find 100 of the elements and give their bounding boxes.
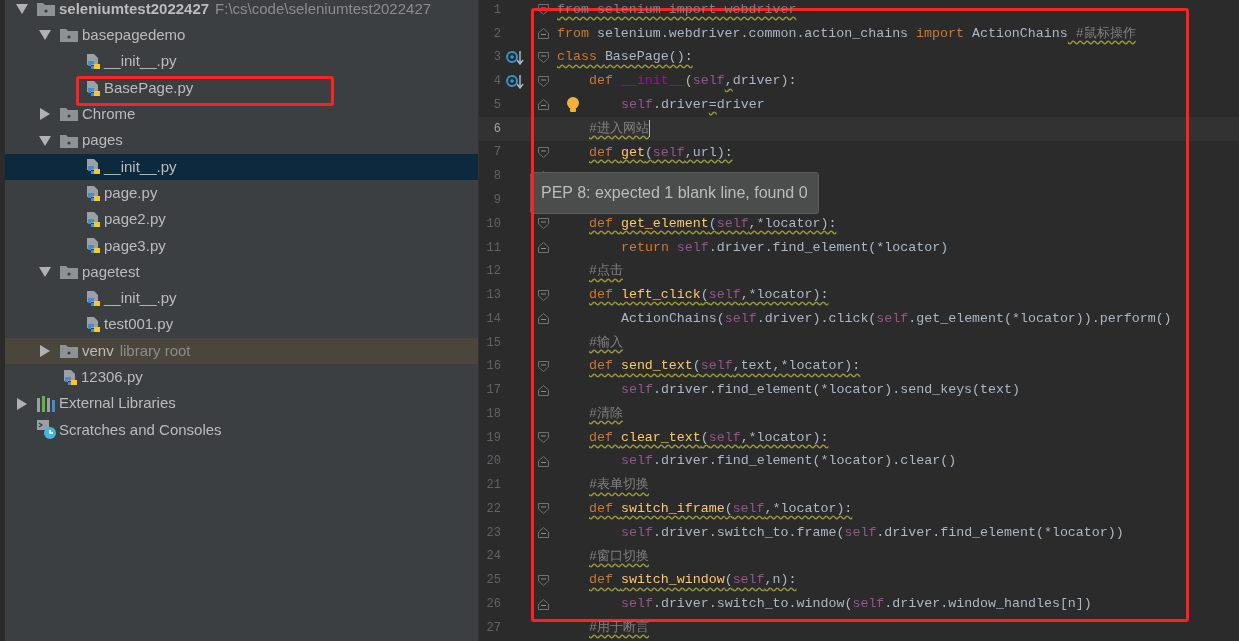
fold-marker-icon[interactable] xyxy=(537,146,549,158)
tree-item-label[interactable]: __init__.py xyxy=(104,50,177,73)
tree-item-label[interactable]: Scratches and Consoles xyxy=(59,418,222,442)
fold-marker-icon[interactable] xyxy=(537,503,549,515)
tree-item-label[interactable]: 12306.py xyxy=(81,366,143,389)
python-file-icon xyxy=(85,212,100,227)
line-number: 19 xyxy=(485,429,501,447)
fold-marker-icon[interactable] xyxy=(537,51,549,63)
code-line: def switch_window(self,n): xyxy=(589,571,797,590)
line-number: 5 xyxy=(492,96,501,114)
line-number: 25 xyxy=(485,572,501,590)
library-bars-icon xyxy=(37,395,55,412)
python-file-icon xyxy=(85,290,100,306)
python-file-icon xyxy=(85,185,100,201)
fold-marker-icon[interactable] xyxy=(537,360,549,372)
fold-marker-icon[interactable] xyxy=(537,28,549,40)
line-number: 21 xyxy=(485,477,501,495)
collapse-arrow-icon[interactable] xyxy=(38,107,52,122)
tree-item-label[interactable]: seleniumtest2022427 xyxy=(59,0,210,21)
line-number: 15 xyxy=(485,334,501,352)
code-line: def get_element(self,*locator): xyxy=(589,214,837,233)
code-line: from selenium.webdriver.common.action_chains import ActionChains #鼠标操作 xyxy=(557,24,1136,43)
tree-item-label[interactable]: __init__.py xyxy=(104,287,177,310)
tree-item-label[interactable]: BasePage.py xyxy=(104,76,194,100)
code-line: #进入网站 xyxy=(589,118,650,139)
tree-item-label[interactable]: __init__.py xyxy=(104,155,177,179)
line-number: 14 xyxy=(485,310,501,328)
code-line: def get(self,url): xyxy=(589,143,733,162)
python-file-icon xyxy=(62,369,77,385)
line-number: 17 xyxy=(485,382,501,400)
collapse-arrow-icon[interactable] xyxy=(15,396,29,411)
fold-marker-icon[interactable] xyxy=(537,289,549,301)
lightbulb-icon[interactable] xyxy=(565,96,581,114)
line-number: 6 xyxy=(492,120,501,138)
python-file-icon xyxy=(85,80,100,96)
line-number: 4 xyxy=(492,73,501,91)
expand-arrow-icon[interactable] xyxy=(38,133,52,148)
warning-tooltip: PEP 8: expected 1 blank line, found 0 xyxy=(530,172,819,214)
line-number: 7 xyxy=(492,144,501,162)
line-number: 20 xyxy=(485,453,501,471)
code-line: #用于断言 xyxy=(589,618,649,637)
code-line: self.driver.find_element(*locator).send_keys(text) xyxy=(621,381,1020,400)
code-line: #点击 xyxy=(589,262,623,281)
tree-item-label[interactable]: External Libraries xyxy=(59,392,176,415)
line-number: 3 xyxy=(492,49,501,67)
library-root-note: library root xyxy=(119,340,191,361)
fold-marker-icon[interactable] xyxy=(537,455,549,467)
library-root-row[interactable]: venv library root xyxy=(5,337,478,365)
tree-item-label[interactable]: Chrome xyxy=(82,103,136,126)
code-line: def send_text(self,text,*locator): xyxy=(589,357,861,376)
override-marker-icon[interactable] xyxy=(506,73,524,89)
code-line: def left_click(self,*locator): xyxy=(589,286,829,305)
line-number: 2 xyxy=(492,25,501,43)
python-file-icon xyxy=(85,54,100,70)
line-number: 1 xyxy=(492,1,501,19)
line-number: 18 xyxy=(485,405,501,423)
fold-marker-icon[interactable] xyxy=(537,313,549,325)
line-number: 8 xyxy=(492,168,501,186)
line-number: 9 xyxy=(492,192,501,209)
line-number: 26 xyxy=(485,596,501,613)
tree-item-label[interactable]: page3.py xyxy=(104,234,166,258)
line-number: 11 xyxy=(485,239,501,257)
fold-marker-icon[interactable] xyxy=(537,75,549,87)
code-line: #清除 xyxy=(589,404,623,423)
tree-item-label[interactable]: test001.py xyxy=(104,313,174,336)
folder-icon xyxy=(60,132,78,149)
fold-marker-icon[interactable] xyxy=(537,4,549,16)
fold-marker-icon[interactable] xyxy=(537,432,549,444)
text-cursor xyxy=(649,119,650,137)
line-number: 22 xyxy=(485,500,501,518)
code-line: def clear_text(self,*locator): xyxy=(589,428,829,447)
code-line: #窗口切换 xyxy=(589,547,649,566)
line-number: 10 xyxy=(485,215,501,233)
tree-item-label[interactable]: page.py xyxy=(104,181,158,205)
fold-marker-icon[interactable] xyxy=(537,527,549,539)
tree-item-label[interactable]: pagetest xyxy=(82,260,140,284)
override-marker-icon[interactable] xyxy=(506,49,524,65)
tree-item-label[interactable]: venv xyxy=(82,339,114,363)
tree-item-label[interactable]: page2.py xyxy=(104,208,166,231)
tree-item-label[interactable]: pages xyxy=(82,129,123,152)
fold-marker-icon[interactable] xyxy=(537,598,549,610)
collapse-arrow-icon[interactable] xyxy=(38,344,52,358)
fold-marker-icon[interactable] xyxy=(537,99,549,111)
code-line: class BasePage(): xyxy=(557,48,693,67)
code-line: self.driver=driver xyxy=(621,95,765,114)
scratch-clock-icon xyxy=(37,420,56,440)
folder-icon xyxy=(60,264,78,281)
python-file-icon xyxy=(85,238,100,254)
selected-tree-row[interactable]: __init__.py xyxy=(5,153,478,181)
fold-marker-icon[interactable] xyxy=(537,242,549,254)
python-file-icon xyxy=(85,159,100,175)
line-number: 23 xyxy=(485,524,501,542)
line-number: 24 xyxy=(485,548,501,566)
fold-marker-icon[interactable] xyxy=(537,384,549,396)
code-line: self.driver.find_element(*locator).clear() xyxy=(621,452,957,471)
fold-marker-icon[interactable] xyxy=(537,574,549,586)
fold-marker-icon[interactable] xyxy=(537,218,549,230)
line-number: 13 xyxy=(485,287,501,305)
tree-item-label[interactable]: basepagedemo xyxy=(82,24,186,47)
folder-icon xyxy=(60,27,78,44)
